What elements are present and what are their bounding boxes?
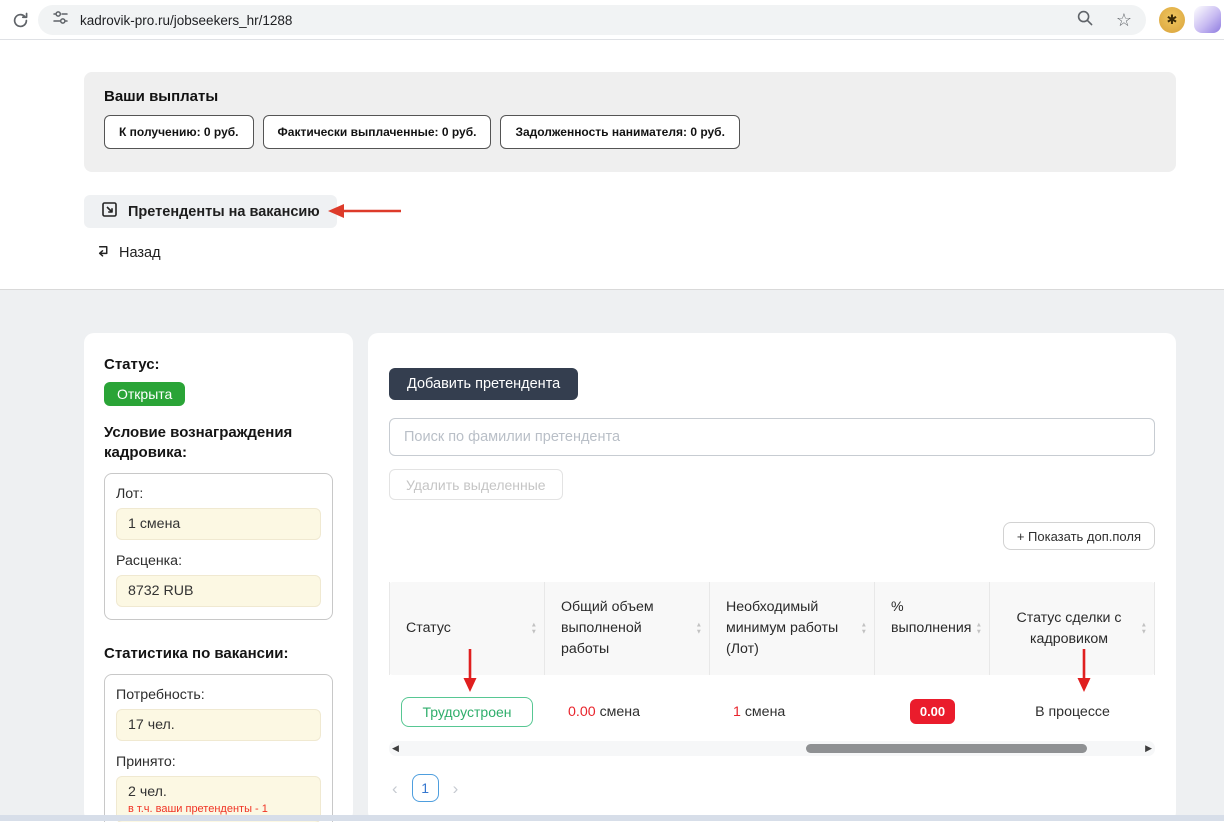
stats-title: Статистика по вакансии: (104, 645, 289, 662)
browser-chrome: kadrovik-pro.ru/jobseekers_hr/1288 ☆ ✱ (0, 0, 1224, 40)
profile-avatar[interactable] (1194, 6, 1221, 33)
column-header-percent-label: % выполнения (891, 599, 972, 636)
payment-paid-button[interactable]: Фактически выплаченные: 0 руб. (262, 115, 492, 149)
lot-value: 1 смена (116, 508, 321, 540)
column-header-status-label: Статус (406, 620, 451, 636)
pagination: ‹ 1 › (392, 774, 458, 802)
pagination-page-1[interactable]: 1 (411, 774, 439, 802)
pagination-prev-icon[interactable]: ‹ (392, 780, 398, 797)
bookmark-star-icon[interactable]: ☆ (1116, 11, 1132, 29)
table-row: Трудоустроен 0.00 смена 1 смена 0.00 В п… (389, 675, 1155, 749)
show-extra-fields-button[interactable]: + Показать доп.поля (1002, 522, 1155, 550)
sort-icon[interactable]: ▲ ▼ (861, 621, 867, 635)
column-header-total-work-label: Общий объем выполненой работы (561, 599, 654, 657)
accepted-note: в т.ч. ваши претенденты - 1 (128, 803, 268, 815)
scrollbar-left-icon[interactable]: ◀ (392, 741, 399, 756)
payment-debt-button[interactable]: Задолженность нанимателя: 0 руб. (500, 115, 740, 149)
row-percent-cell: 0.00 (875, 699, 990, 724)
row-status-cell: Трудоустроен (389, 696, 545, 727)
delete-selected-button[interactable]: Удалить выделенные (389, 469, 563, 500)
rate-label: Расценка: (116, 553, 183, 569)
employed-status-badge[interactable]: Трудоустроен (401, 696, 533, 727)
status-label: Статус: (104, 356, 160, 373)
payment-to-receive-button[interactable]: К получению: 0 руб. (104, 115, 254, 149)
extension-glyph: ✱ (1166, 12, 1178, 27)
min-work-value: 1 (733, 703, 741, 720)
add-jobseeker-button[interactable]: Добавить претендента (389, 368, 579, 400)
sort-icon[interactable]: ▲ ▼ (696, 621, 702, 635)
payments-panel: Ваши выплаты К получению: 0 руб. Фактиче… (84, 72, 1176, 172)
scrollbar-thumb[interactable] (806, 744, 1087, 753)
jobseekers-card: Добавить претендента Удалить выделенные … (368, 333, 1176, 822)
row-min-work-cell: 1 смена (710, 704, 875, 720)
accepted-value: 2 чел. (128, 784, 167, 800)
column-header-percent[interactable]: % выполнения ▲ ▼ (875, 582, 990, 675)
percent-badge: 0.00 (909, 699, 956, 724)
select-window-icon (101, 201, 118, 222)
total-work-unit: смена (595, 703, 641, 720)
rate-value: 8732 RUB (116, 575, 321, 607)
zoom-icon[interactable] (1076, 9, 1094, 32)
back-link[interactable]: Назад (95, 243, 161, 262)
need-label: Потребность: (116, 687, 205, 703)
accepted-label: Принято: (116, 754, 176, 770)
stats-fieldset: Потребность: 17 чел. Принято: 2 чел. в т… (104, 674, 333, 822)
total-work-value: 0.00 (568, 703, 596, 720)
sort-icon[interactable]: ▲ ▼ (1141, 621, 1147, 635)
annotation-arrow-down-status (462, 649, 478, 698)
min-work-unit: смена (740, 703, 786, 720)
reload-icon[interactable] (9, 9, 31, 31)
status-badge: Открыта (104, 382, 186, 406)
column-header-total-work[interactable]: Общий объем выполненой работы ▲ ▼ (545, 582, 710, 675)
search-input[interactable] (389, 418, 1155, 456)
back-link-label: Назад (119, 244, 161, 261)
row-deal-status-cell: В процессе (990, 704, 1155, 720)
jobseekers-table: Статус ▲ ▼ Общий объем выполненой работы … (389, 582, 1155, 749)
reward-fieldset: Лот: 1 смена Расценка: 8732 RUB (104, 473, 333, 620)
column-header-min-work-label: Необходимый минимум работы (Лот) (726, 599, 839, 657)
site-settings-icon[interactable] (52, 9, 69, 31)
address-bar[interactable]: kadrovik-pro.ru/jobseekers_hr/1288 ☆ (38, 5, 1146, 35)
payments-title: Ваши выплаты (104, 88, 219, 105)
annotation-arrow-down-deal (1076, 649, 1092, 698)
column-header-min-work[interactable]: Необходимый минимум работы (Лот) ▲ ▼ (710, 582, 875, 675)
back-icon (95, 243, 110, 262)
column-header-deal-status[interactable]: Статус сделки с кадровиком ▲ ▼ (990, 582, 1155, 675)
lot-label: Лот: (116, 486, 144, 502)
url-text[interactable]: kadrovik-pro.ru/jobseekers_hr/1288 (80, 13, 292, 28)
scrollbar-right-icon[interactable]: ▶ (1145, 741, 1152, 756)
reward-title: Условие вознаграждения кадровика: (104, 424, 293, 461)
extension-icon[interactable]: ✱ (1159, 7, 1185, 33)
sort-icon[interactable]: ▲ ▼ (976, 621, 982, 635)
bottom-edge-strip (0, 815, 1224, 821)
sort-icon[interactable]: ▲ ▼ (531, 621, 537, 635)
annotation-arrow-left (327, 202, 403, 225)
payments-pill-row: К получению: 0 руб. Фактически выплаченн… (104, 115, 740, 149)
jobseekers-button-label: Претенденты на вакансию (128, 203, 320, 220)
deal-status-value: В процессе (1035, 703, 1110, 720)
vacancy-info-card: Статус: Открыта Условие вознаграждения к… (84, 333, 353, 822)
table-header-row: Статус ▲ ▼ Общий объем выполненой работы … (389, 582, 1155, 675)
need-value: 17 чел. (116, 709, 321, 741)
page-header-section: Ваши выплаты К получению: 0 руб. Фактиче… (0, 40, 1224, 289)
vacancy-content-section: Статус: Открыта Условие вознаграждения к… (0, 289, 1224, 822)
pagination-next-icon[interactable]: › (453, 780, 459, 797)
jobseekers-button[interactable]: Претенденты на вакансию (84, 195, 337, 228)
row-total-work-cell: 0.00 смена (545, 704, 710, 720)
horizontal-scrollbar[interactable]: ◀ ▶ (389, 741, 1155, 756)
column-header-deal-status-label: Статус сделки с кадровиком (1016, 609, 1122, 647)
